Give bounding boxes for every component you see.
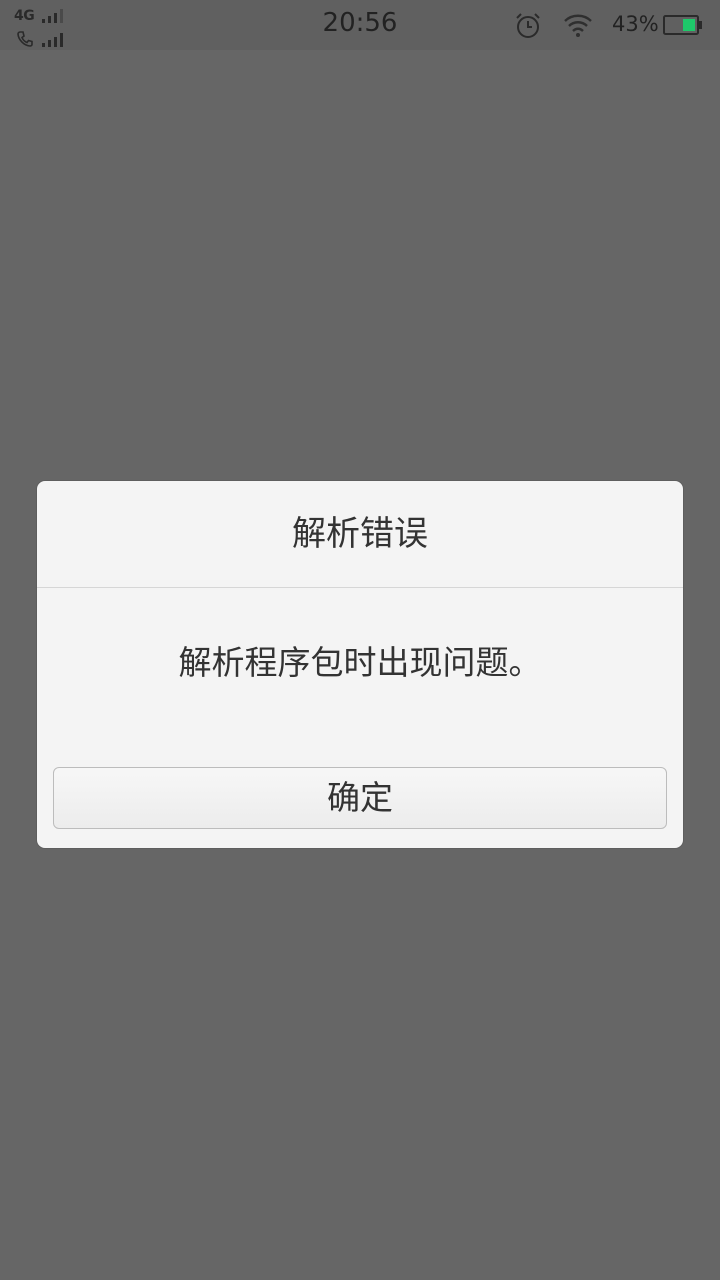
- battery-icon: [663, 15, 702, 35]
- battery-fill: [683, 19, 695, 31]
- parse-error-dialog: 解析错误 解析程序包时出现问题。 确定: [37, 481, 683, 848]
- wifi-icon: [564, 14, 592, 37]
- ok-button[interactable]: 确定: [53, 767, 667, 829]
- status-bar: 4G 20:56 43%: [0, 0, 720, 50]
- battery-percent-text: 43%: [612, 12, 659, 36]
- dialog-title: 解析错误: [37, 481, 683, 588]
- alarm-icon: [516, 13, 540, 38]
- dialog-message: 解析程序包时出现问题。: [178, 643, 542, 682]
